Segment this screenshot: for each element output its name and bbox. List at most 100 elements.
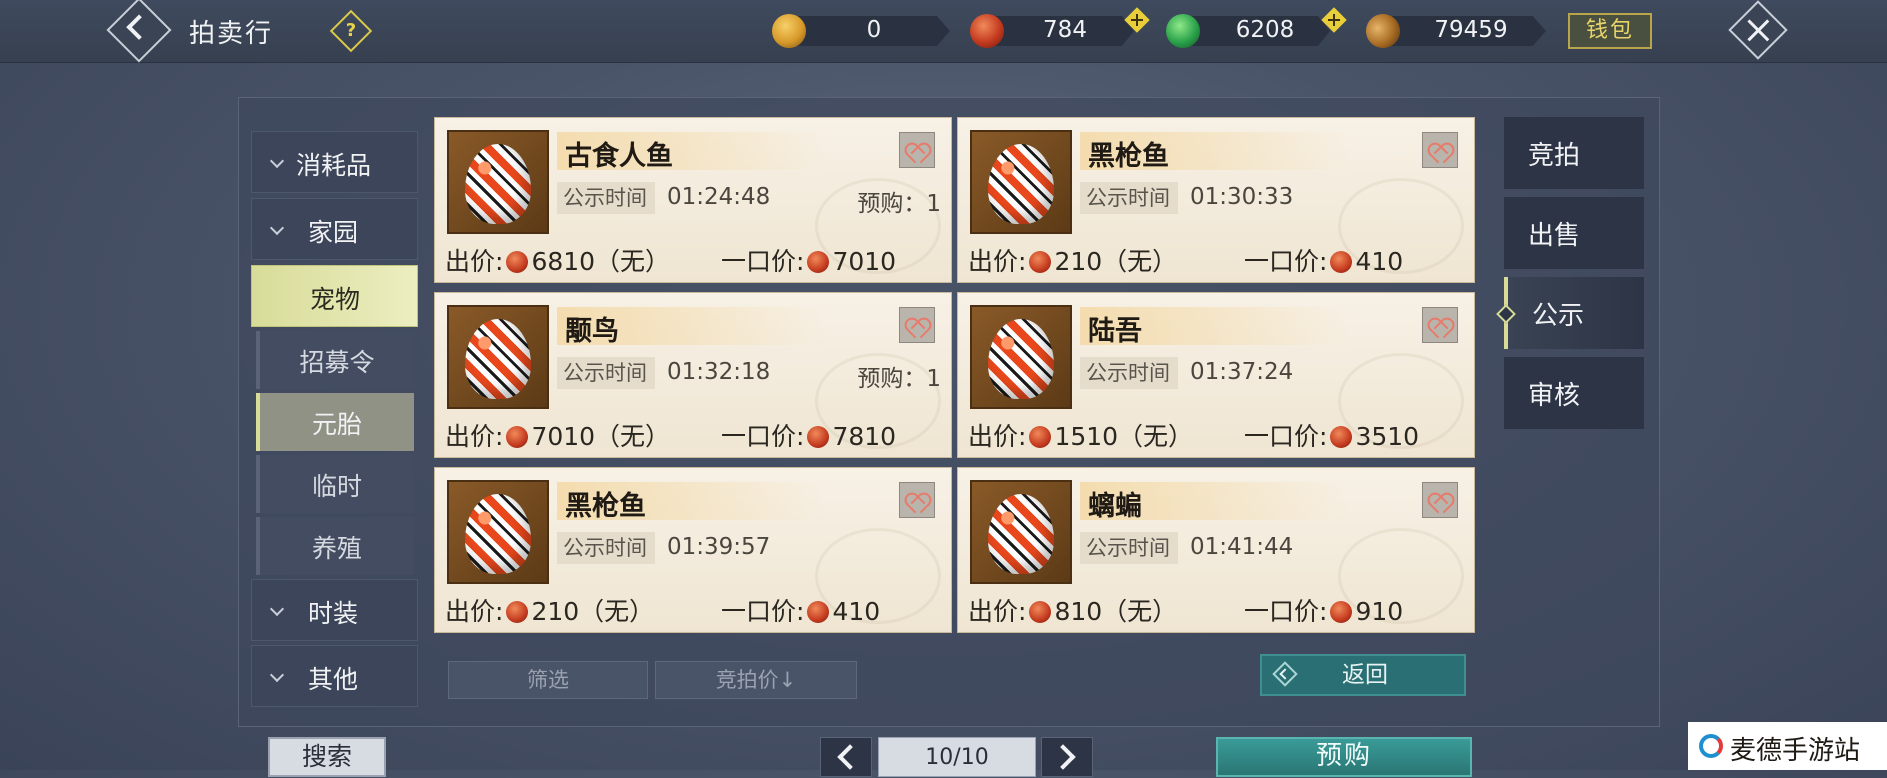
item-name: 黑枪鱼 [1088,141,1169,172]
auction-item-card[interactable]: 黑枪鱼 公示时间 01:39:57 出价: 210（无） 一口价: 410 [434,467,952,633]
subcategory-embryo[interactable]: 元胎 [256,393,414,451]
egg-icon [988,144,1054,224]
bid-price: 出价: 210（无） [968,247,1178,276]
red-bead-icon [1330,601,1353,623]
chevron-down-icon [269,220,285,236]
pet-egg-thumbnail [970,305,1072,409]
favorite-heart-icon[interactable] [1422,307,1458,343]
currency-value: 784 [1043,17,1087,43]
tab-public[interactable]: 公示 [1496,277,1644,349]
page-title: 拍卖行 [189,19,274,49]
red-bead-icon [506,601,529,623]
currency-value: 0 [866,17,882,43]
prebuy-count: 预购：1 [857,366,941,392]
prev-page-button[interactable] [820,737,872,777]
subcategory-recruit[interactable]: 招募令 [256,331,414,389]
tab-review[interactable]: 审核 [1504,357,1644,429]
subcategory-label: 临时 [311,472,362,501]
subcategory-label: 元胎 [311,410,362,439]
category-label: 时装 [308,599,359,628]
red-bead-icon [1330,426,1353,448]
question-icon: ? [345,20,357,41]
buyout-price: 一口价: 910 [1244,597,1404,626]
time-value: 01:24:48 [667,184,771,210]
tab-auction[interactable]: 竞拍 [1504,117,1644,189]
time-value: 01:30:33 [1190,184,1294,210]
category-other[interactable]: 其他 [251,645,418,707]
time-label: 公示时间 [1080,357,1178,389]
time-label: 公示时间 [557,182,655,214]
category-fashion[interactable]: 时装 [251,579,418,641]
item-name: 陆吾 [1088,316,1142,347]
buyout-price: 一口价: 7010 [721,247,897,276]
buyout-price: 一口价: 3510 [1244,422,1420,451]
egg-icon [988,494,1054,574]
back-arrow-icon [1272,661,1298,687]
return-button[interactable]: 返回 [1260,654,1466,696]
egg-icon [465,144,531,224]
favorite-heart-icon[interactable] [1422,482,1458,518]
category-consumables[interactable]: 消耗品 [251,131,418,193]
brand-logo-icon [1699,734,1723,758]
bid-price: 出价: 1510（无） [968,422,1194,451]
close-button[interactable] [1728,0,1788,60]
currency-bronze: 79459 [1359,7,1546,55]
help-button[interactable]: ? [329,9,373,53]
wallet-button[interactable]: 钱包 [1568,13,1652,49]
time-value: 01:37:24 [1190,359,1294,385]
favorite-heart-icon[interactable] [899,307,935,343]
favorite-heart-icon[interactable] [899,132,935,168]
red-bead-icon [1029,251,1052,273]
time-label: 公示时间 [1080,182,1178,214]
item-name: 黑枪鱼 [565,491,646,522]
prebuy-button[interactable]: 预购 [1216,737,1472,777]
category-home[interactable]: 家园 [251,198,418,260]
filter-button[interactable]: 筛选 [448,661,648,699]
watermark-brand: 麦德手游站 [1688,722,1887,770]
subcategory-breeding[interactable]: 养殖 [256,517,414,575]
chevron-down-icon [269,667,285,683]
time-label: 公示时间 [1080,532,1178,564]
chevron-left-icon [126,14,152,40]
page-indicator: 10/10 [878,737,1036,777]
chevron-left-icon [837,744,863,770]
chevron-down-icon [269,153,285,169]
pet-egg-thumbnail [970,480,1072,584]
currency-value: 6208 [1235,17,1295,43]
red-bead-icon [970,14,1004,48]
buyout-price: 一口价: 410 [721,597,881,626]
pet-egg-thumbnail [447,480,549,584]
time-value: 01:41:44 [1190,534,1294,560]
auction-item-card[interactable]: 螭蝙 公示时间 01:41:44 出价: 810（无） 一口价: 910 [957,467,1475,633]
favorite-heart-icon[interactable] [899,482,935,518]
time-value: 01:39:57 [667,534,771,560]
favorite-heart-icon[interactable] [1422,132,1458,168]
time-value: 01:32:18 [667,359,771,385]
back-button[interactable] [106,0,172,63]
auction-item-card[interactable]: 陆吾 公示时间 01:37:24 出价: 1510（无） 一口价: 3510 [957,292,1475,458]
pet-egg-thumbnail [447,130,549,234]
item-name: 螭蝙 [1088,491,1142,522]
tab-sell[interactable]: 出售 [1504,197,1644,269]
egg-icon [465,494,531,574]
next-page-button[interactable] [1041,737,1093,777]
pet-egg-thumbnail [447,305,549,409]
currency-gold: 0 [772,12,952,50]
category-label: 宠物 [310,285,361,314]
time-label: 公示时间 [557,357,655,389]
subcategory-temporary[interactable]: 临时 [256,455,414,513]
search-button[interactable]: 搜索 [268,737,386,777]
category-label: 消耗品 [296,151,372,180]
red-bead-icon [807,601,830,623]
sort-by-bid-button[interactable]: 竞拍价↓ [655,661,857,699]
category-label: 家园 [308,218,359,247]
top-bar: 拍卖行 ? 0 784 6208 79459 钱包 [0,0,1887,63]
bid-price: 出价: 210（无） [445,597,655,626]
auction-item-card[interactable]: 古食人鱼 公示时间 01:24:48 预购：1 出价: 6810（无） 一口价: 7… [434,117,952,283]
category-pets[interactable]: 宠物 [251,265,418,327]
currency-red-bead: 784 [970,12,1150,50]
auction-item-card[interactable]: 黑枪鱼 公示时间 01:30:33 出价: 210（无） 一口价: 410 [957,117,1475,283]
buyout-price: 一口价: 410 [1244,247,1404,276]
auction-item-card[interactable]: 颙鸟 公示时间 01:32:18 预购：1 出价: 7010（无） 一口价: 781… [434,292,952,458]
bid-price: 出价: 810（无） [968,597,1178,626]
